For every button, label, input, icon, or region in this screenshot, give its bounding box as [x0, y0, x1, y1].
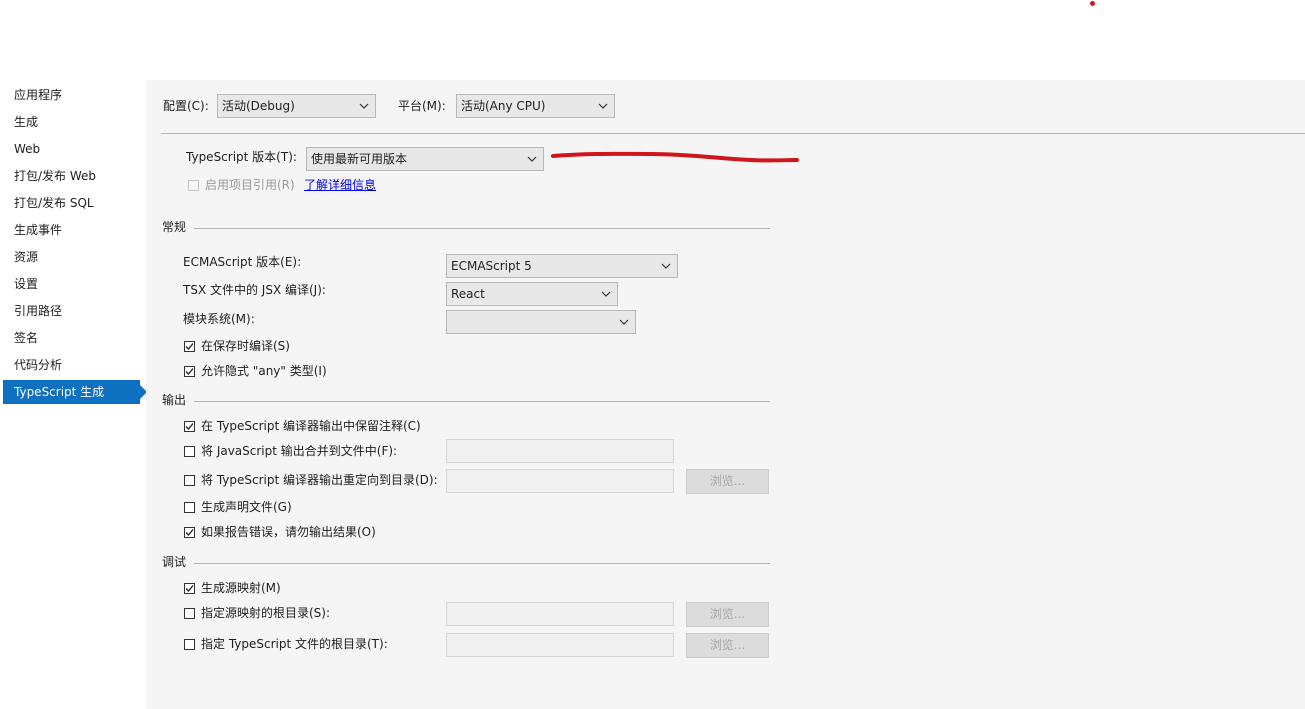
- source-map-root-browse-button[interactable]: 浏览...: [686, 602, 769, 627]
- general-section-heading: 常规: [162, 220, 187, 234]
- generate-declarations-checkbox[interactable]: [184, 502, 195, 513]
- source-map-root-input[interactable]: [446, 602, 674, 626]
- generate-declarations-label: 生成声明文件(G): [201, 500, 292, 514]
- ts-root-input[interactable]: [446, 633, 674, 657]
- source-map-root-label: 指定源映射的根目录(S):: [201, 606, 331, 620]
- enable-project-refs-label: 启用项目引用(R): [205, 178, 295, 192]
- combine-js-checkbox[interactable]: [184, 446, 195, 457]
- sidebar-item-application[interactable]: 应用程序: [3, 83, 140, 107]
- sidebar-item-package-publish-web[interactable]: 打包/发布 Web: [3, 164, 140, 188]
- ts-version-value: 使用最新可用版本: [311, 152, 408, 166]
- jsx-compile-label: TSX 文件中的 JSX 编译(J):: [183, 283, 326, 297]
- source-map-root-checkbox[interactable]: [184, 608, 195, 619]
- ts-root-browse-button[interactable]: 浏览...: [686, 633, 769, 658]
- sidebar-item-settings[interactable]: 设置: [3, 272, 140, 296]
- module-system-label: 模块系统(M):: [183, 312, 255, 326]
- checkmark-icon: [185, 368, 194, 375]
- ecma-version-label: ECMAScript 版本(E):: [183, 255, 302, 269]
- sidebar-item-reference-paths[interactable]: 引用路径: [3, 299, 140, 323]
- sidebar: 应用程序 生成 Web 打包/发布 Web 打包/发布 SQL 生成事件 资源 …: [0, 80, 147, 709]
- chevron-down-icon: [601, 283, 611, 305]
- ts-version-dropdown[interactable]: 使用最新可用版本: [306, 147, 544, 171]
- settings-panel: 配置(C): 活动(Debug) 平台(M): 活动(Any CPU) Type…: [146, 80, 1305, 709]
- keep-comments-checkbox[interactable]: [184, 421, 195, 432]
- no-emit-on-error-checkbox[interactable]: [184, 527, 195, 538]
- toolbar-divider: [161, 133, 1305, 134]
- jsx-compile-value: React: [451, 287, 485, 301]
- enable-project-refs-checkbox[interactable]: [188, 180, 199, 191]
- chevron-down-icon: [619, 311, 629, 333]
- jsx-compile-dropdown[interactable]: React: [446, 282, 618, 306]
- generate-source-maps-checkbox[interactable]: [184, 583, 195, 594]
- sidebar-item-web[interactable]: Web: [3, 137, 140, 161]
- sidebar-item-build[interactable]: 生成: [3, 110, 140, 134]
- redirect-output-browse-button[interactable]: 浏览...: [686, 469, 769, 494]
- general-divider: [194, 228, 770, 229]
- platform-value: 活动(Any CPU): [461, 99, 546, 113]
- allow-implicit-any-label: 允许隐式 "any" 类型(I): [201, 364, 327, 378]
- generate-source-maps-label: 生成源映射(M): [201, 581, 281, 595]
- keep-comments-label: 在 TypeScript 编译器输出中保留注释(C): [201, 419, 421, 433]
- ts-root-label: 指定 TypeScript 文件的根目录(T):: [201, 637, 388, 651]
- platform-label: 平台(M):: [398, 99, 446, 113]
- sidebar-item-build-events[interactable]: 生成事件: [3, 218, 140, 242]
- combine-js-file-input[interactable]: [446, 439, 674, 463]
- config-label: 配置(C):: [163, 99, 209, 113]
- ecma-version-value: ECMAScript 5: [451, 259, 532, 273]
- module-system-dropdown[interactable]: [446, 310, 636, 334]
- checkmark-icon: [185, 423, 194, 430]
- checkmark-icon: [185, 585, 194, 592]
- red-annotation-underline: [551, 151, 799, 163]
- learn-more-link[interactable]: 了解详细信息: [304, 177, 376, 193]
- sidebar-item-signing[interactable]: 签名: [3, 326, 140, 350]
- chevron-down-icon: [527, 148, 537, 170]
- output-divider: [194, 401, 770, 402]
- config-value: 活动(Debug): [222, 99, 295, 113]
- sidebar-item-typescript-build[interactable]: TypeScript 生成: [3, 380, 147, 404]
- no-emit-on-error-label: 如果报告错误，请勿输出结果(O): [201, 525, 376, 539]
- ecma-version-dropdown[interactable]: ECMAScript 5: [446, 254, 678, 278]
- ts-version-label: TypeScript 版本(T):: [186, 150, 297, 164]
- red-annotation-dot: [1090, 1, 1095, 6]
- redirect-output-checkbox[interactable]: [184, 475, 195, 486]
- sidebar-item-resources[interactable]: 资源: [3, 245, 140, 269]
- debug-divider: [194, 563, 770, 564]
- redirect-output-label: 将 TypeScript 编译器输出重定向到目录(D):: [201, 473, 438, 487]
- allow-implicit-any-checkbox[interactable]: [184, 366, 195, 377]
- compile-on-save-label: 在保存时编译(S): [201, 339, 290, 353]
- platform-dropdown[interactable]: 活动(Any CPU): [456, 94, 615, 118]
- redirect-output-dir-input[interactable]: [446, 469, 674, 493]
- chevron-down-icon: [661, 255, 671, 277]
- ts-root-checkbox[interactable]: [184, 639, 195, 650]
- sidebar-item-code-analysis[interactable]: 代码分析: [3, 353, 140, 377]
- sidebar-item-package-publish-sql[interactable]: 打包/发布 SQL: [3, 191, 140, 215]
- combine-js-label: 将 JavaScript 输出合并到文件中(F):: [201, 444, 398, 458]
- checkmark-icon: [185, 343, 194, 350]
- compile-on-save-checkbox[interactable]: [184, 341, 195, 352]
- checkmark-icon: [185, 529, 194, 536]
- chevron-down-icon: [598, 95, 608, 117]
- debug-section-heading: 调试: [162, 555, 187, 569]
- output-section-heading: 输出: [162, 393, 187, 407]
- config-dropdown[interactable]: 活动(Debug): [217, 94, 376, 118]
- chevron-down-icon: [359, 95, 369, 117]
